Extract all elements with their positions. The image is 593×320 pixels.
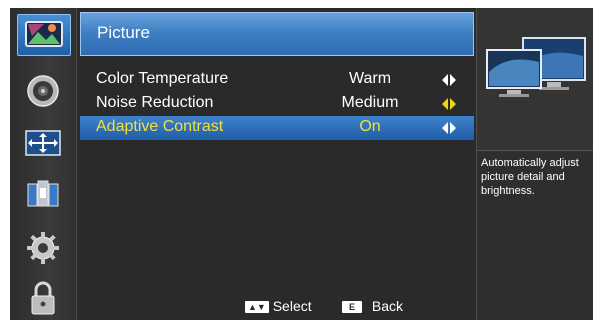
left-right-arrow-icon[interactable]	[442, 73, 456, 87]
screen-icon[interactable]	[17, 123, 69, 163]
left-right-arrow-icon[interactable]	[442, 121, 456, 135]
settings-icon[interactable]	[17, 228, 69, 268]
tv-menu-screen: Picture Color Temperature Warm Noise Red…	[10, 8, 593, 320]
menu-item-noise-reduction[interactable]: Noise Reduction Medium	[80, 92, 474, 116]
category-sidebar	[10, 8, 77, 320]
sound-icon[interactable]	[17, 71, 69, 111]
left-right-arrow-icon[interactable]	[442, 97, 456, 111]
menu-item-color-temperature[interactable]: Color Temperature Warm	[80, 68, 474, 92]
menu-panel: Picture Color Temperature Warm Noise Red…	[77, 8, 475, 320]
up-down-key-icon: ▲▼	[245, 301, 269, 313]
menu-item-value: Warm	[348, 70, 392, 87]
exit-key-icon: E	[342, 301, 363, 313]
menu-title-bar: Picture	[80, 12, 474, 56]
menu-item-label: Color Temperature	[96, 70, 229, 87]
menu-item-label: Noise Reduction	[96, 94, 214, 111]
info-image-area	[477, 8, 593, 151]
menu-item-value: On	[359, 118, 381, 135]
info-description: Automatically adjust picture detail and …	[481, 157, 579, 197]
menu-item-value: Medium	[341, 94, 399, 111]
picture-icon[interactable]	[17, 14, 71, 56]
back-hint: Back	[371, 298, 404, 314]
menu-item-label: Adaptive Contrast	[96, 118, 224, 135]
info-panel: Automatically adjust picture detail and …	[476, 8, 593, 320]
menu-title: Picture	[97, 23, 150, 42]
menu-item-adaptive-contrast[interactable]: Adaptive Contrast On	[80, 116, 474, 140]
select-hint: Select	[272, 298, 312, 314]
lock-icon[interactable]	[17, 278, 69, 318]
channel-icon[interactable]	[17, 174, 69, 214]
menu-footer-hints: ▲▼ Select E Back	[77, 296, 475, 316]
tv-illustration-icon	[486, 37, 586, 97]
